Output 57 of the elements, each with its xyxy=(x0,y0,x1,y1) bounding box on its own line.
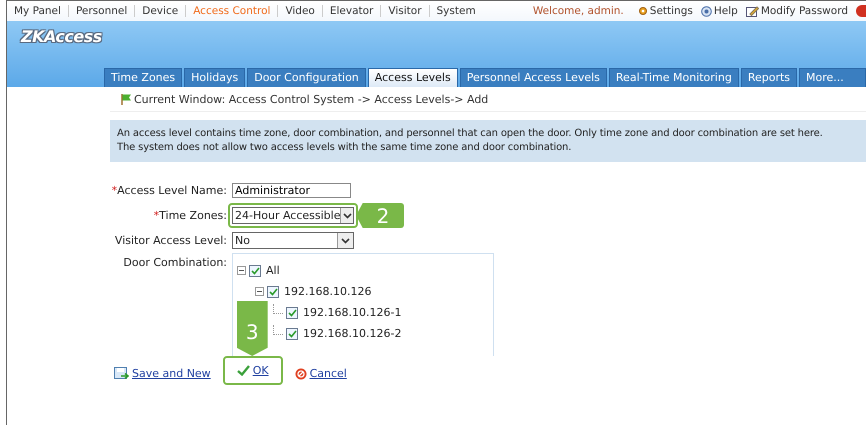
menu-item[interactable]: Device xyxy=(134,5,186,17)
tab[interactable]: Reports xyxy=(740,68,798,87)
required-mark: * xyxy=(112,184,118,197)
tab[interactable]: Holidays xyxy=(184,68,246,87)
menu-item[interactable]: Personnel xyxy=(68,5,134,17)
menu-item[interactable]: Video xyxy=(277,5,322,17)
collapse-icon[interactable] xyxy=(237,266,246,275)
checkmark-icon xyxy=(236,365,250,376)
required-mark: * xyxy=(154,209,160,222)
user-link[interactable]: Settings xyxy=(638,5,693,17)
help-icon xyxy=(700,6,712,16)
tree-item-label[interactable]: 192.168.10.126 xyxy=(284,285,372,298)
action-link[interactable]: Save and New xyxy=(108,362,217,385)
chevron-down-icon xyxy=(342,212,352,218)
collapse-icon[interactable] xyxy=(255,287,264,296)
field-label: Time Zones: xyxy=(159,209,227,222)
chevron-down-icon xyxy=(341,238,350,244)
tab[interactable]: More... xyxy=(799,68,866,87)
edit-icon xyxy=(746,6,759,16)
save-icon xyxy=(114,367,129,380)
field-label: Access Level Name: xyxy=(117,184,227,197)
select-dropdown[interactable]: 24-Hour Accessible xyxy=(232,207,354,224)
info-text: The system does not allow two access levels with the same time zone and door combination. xyxy=(117,141,572,155)
select-dropdown[interactable]: No xyxy=(232,232,354,249)
checkbox[interactable] xyxy=(286,328,298,340)
field-label: Visitor Access Level: xyxy=(114,234,227,247)
tab[interactable]: Door Configuration xyxy=(247,68,366,87)
checkbox[interactable] xyxy=(249,264,261,276)
menu-item[interactable]: System xyxy=(428,5,483,17)
menu-item[interactable]: Visitor xyxy=(380,5,429,17)
tree-item-label[interactable]: 192.168.10.126-1 xyxy=(303,306,402,319)
name-input[interactable]: Administrator xyxy=(232,183,351,198)
checkbox[interactable] xyxy=(267,286,279,298)
gear-icon xyxy=(638,6,648,16)
flag-icon xyxy=(120,92,133,106)
field-label: Door Combination: xyxy=(122,255,228,269)
logout-icon[interactable] xyxy=(856,5,866,17)
tab[interactable]: Personnel Access Levels xyxy=(460,68,607,87)
tree-item-label[interactable]: 192.168.10.126-2 xyxy=(303,327,402,340)
step-callout: 2 xyxy=(356,203,404,228)
info-text: An access level contains time zone, door combination, and personnel that can open the door. Only time zone and door combination are set here. xyxy=(117,127,823,141)
user-link[interactable]: Modify Password xyxy=(746,5,848,17)
menu-item[interactable]: My Panel xyxy=(12,5,68,17)
cancel-icon xyxy=(294,368,307,380)
welcome-text: Welcome, admin. xyxy=(532,5,624,17)
step-callout: 3 xyxy=(236,301,268,356)
tree-item-label[interactable]: All xyxy=(266,264,280,277)
tab[interactable]: Time Zones xyxy=(104,68,182,87)
action-link[interactable]: Cancel xyxy=(288,362,353,385)
action-link[interactable]: OK xyxy=(222,356,283,385)
tab[interactable]: Access Levels xyxy=(368,68,458,87)
checkbox[interactable] xyxy=(286,306,298,318)
tab[interactable]: Real-Time Monitoring xyxy=(608,68,739,87)
breadcrumb: Current Window: Access Control System -> Access Levels-> Add xyxy=(134,92,488,106)
menu-item[interactable]: Elevator xyxy=(322,5,380,17)
user-link[interactable]: Help xyxy=(700,5,738,17)
logo: ZKAccess xyxy=(20,26,103,46)
